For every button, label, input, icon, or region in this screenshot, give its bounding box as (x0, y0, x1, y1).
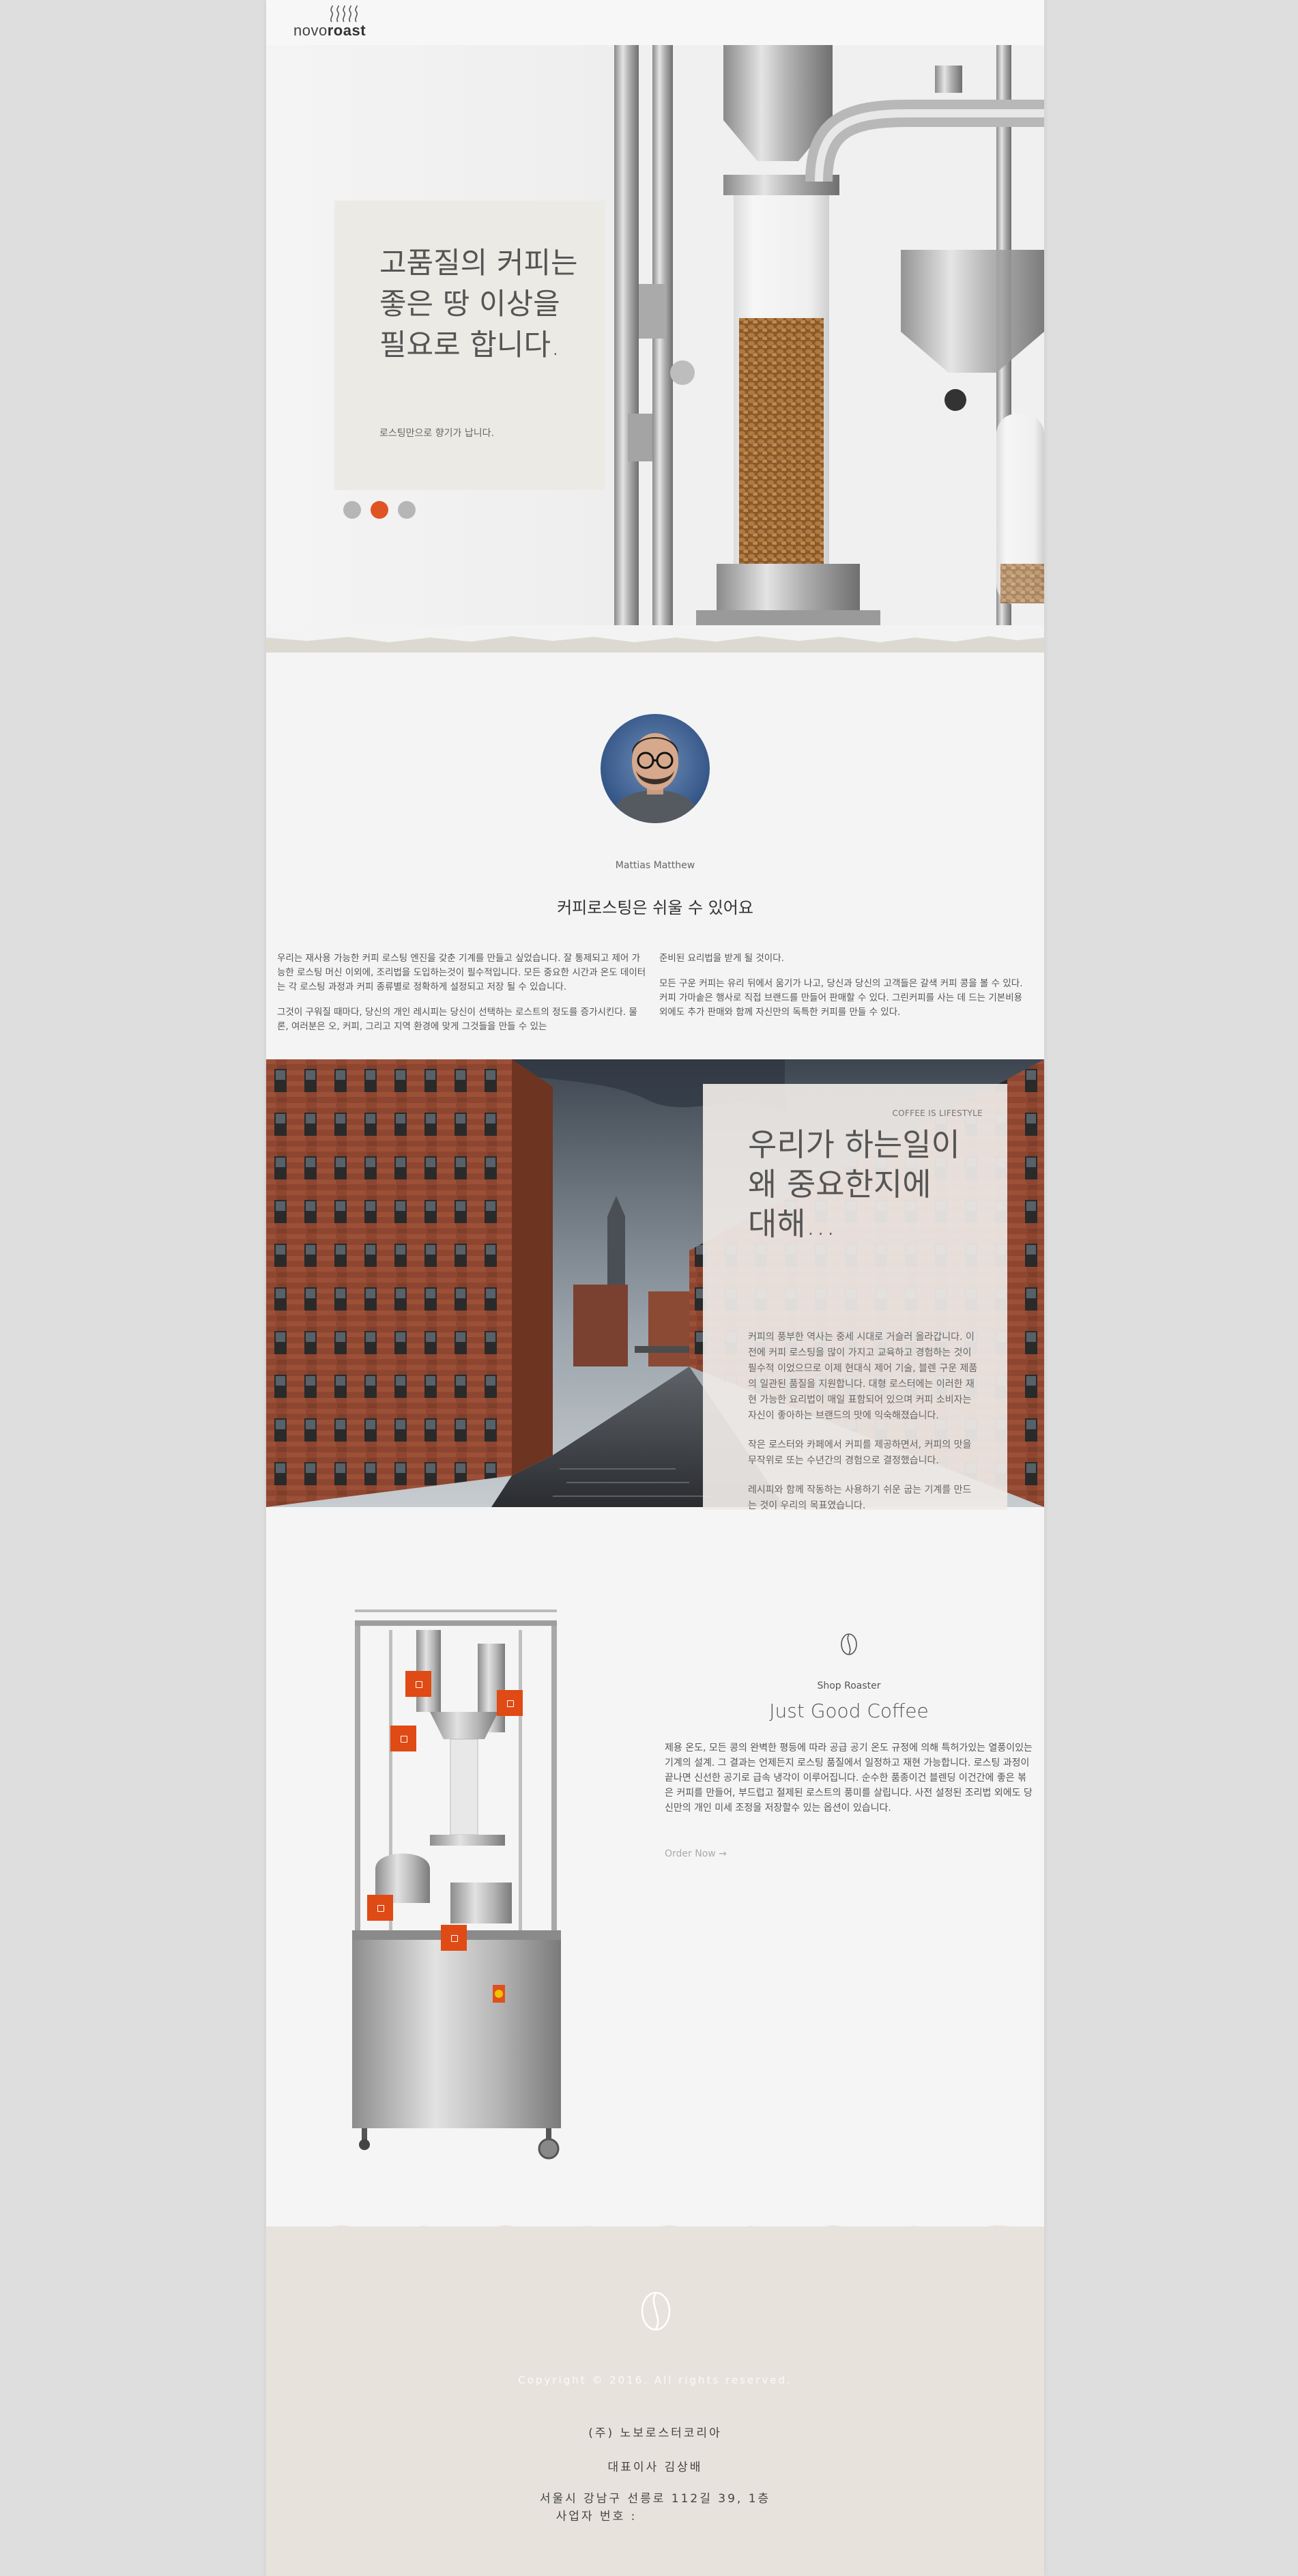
intro-text-left: 우리는 재사용 가능한 커피 로스팅 엔진을 갖춘 기계를 만들고 싶었습니다.… (277, 951, 648, 1045)
product-section: Shop Roaster Just Good Coffee 제용 온도, 모든 … (266, 1510, 1044, 2227)
company-address: 서울시 강남구 선릉로 112길 39, 1층 (539, 2492, 771, 2506)
hero-subtitle: 로스팅만으로 향기가 납니다. (379, 428, 494, 439)
lifestyle-card: COFFEE IS LIFESTYLE 우리가 하는일이 왜 중요한지에 대해.… (703, 1084, 1007, 1544)
intro-text-right: 준비된 요리법을 받게 될 것이다. 모든 구운 커피는 유리 뒤에서 움기가 … (659, 951, 1033, 1031)
hero-caption-card: 고품질의 커피는 좋은 땅 이상을 필요로 합니다. 로스팅만으로 향기가 납니… (334, 201, 605, 490)
product-description: 제용 온도, 모든 콩의 완벽한 평등에 따라 공급 공기 온도 규정에 의해 … (665, 1743, 1033, 1814)
lifestyle-kicker: COFFEE IS LIFESTYLE (892, 1108, 983, 1118)
business-number: 사업자 번호 : (556, 2510, 637, 2523)
hero-slider: 고품질의 커피는 좋은 땅 이상을 필요로 합니다. 로스팅만으로 향기가 납니… (266, 45, 1044, 625)
page: novoroast 고품질의 커피는 좋은 땅 이상을 필요로 합니다. 로스팅… (266, 0, 1044, 2576)
hotspot-cooler[interactable] (367, 1895, 393, 1921)
intro-title: 커피로스팅은 쉬울 수 있어요 (557, 898, 753, 917)
paragraph: 그것이 구워질 때마다, 당신의 개인 레시피는 당신이 선택하는 로스트의 정… (277, 1007, 637, 1032)
intro-section: Mattias Matthew 커피로스팅은 쉬울 수 있어요 우리는 재사용 … (266, 655, 1044, 1058)
coffee-roaster-image (614, 45, 1044, 625)
slider-dot-2[interactable] (371, 501, 388, 519)
logo-wordmark: novoroast (293, 22, 366, 39)
paragraph: 모든 구운 커피는 유리 뒤에서 움기가 나고, 당신과 당신의 고객들은 갈색… (659, 978, 1023, 1018)
site-header: novoroast (266, 0, 1044, 45)
site-logo[interactable]: novoroast (293, 5, 369, 40)
lifestyle-text: 커피의 풍부한 역사는 중세 시대로 거슬러 올라갑니다. 이전에 커피 로스팅… (748, 1330, 980, 1528)
coffee-bean-icon (841, 1633, 857, 1655)
author-name: Mattias Matthew (615, 860, 695, 871)
hotspot-hopper[interactable] (405, 1671, 431, 1697)
shop-roaster-image (352, 1609, 561, 2160)
slider-pagination (343, 501, 416, 519)
paragraph: 커피의 풍부한 역사는 중세 시대로 거슬러 올라갑니다. 이전에 커피 로스팅… (748, 1332, 978, 1421)
paragraph: 우리는 재사용 가능한 커피 로스팅 엔진을 갖춘 기계를 만들고 싶었습니다.… (277, 953, 646, 992)
paragraph: 준비된 요리법을 받게 될 것이다. (659, 953, 784, 964)
ceo-name: 대표이사 김상배 (607, 2461, 703, 2474)
hero-title: 고품질의 커피는 좋은 땅 이상을 필요로 합니다. (379, 246, 578, 362)
hotspot-drum[interactable] (390, 1726, 416, 1751)
slider-dot-1[interactable] (343, 501, 361, 519)
shop-roaster-figure (348, 1603, 580, 2162)
product-title: Just Good Coffee (769, 1700, 929, 1722)
order-now-link[interactable]: Order Now → (665, 1848, 727, 1859)
coffee-bean-icon (641, 2291, 671, 2331)
site-footer: Copyright © 2016. All rights reserved. (… (266, 2227, 1044, 2576)
product-kicker: Shop Roaster (817, 1680, 881, 1691)
steam-logo-icon (330, 5, 358, 23)
hotspot-control-panel[interactable] (441, 1925, 467, 1951)
hotspot-cyclone[interactable] (497, 1690, 523, 1716)
torn-paper-divider (266, 625, 1044, 653)
slider-dot-3[interactable] (398, 501, 416, 519)
author-avatar (601, 714, 710, 823)
copyright-text: Copyright © 2016. All rights reserved. (518, 2374, 792, 2386)
lifestyle-title: 우리가 하는일이 왜 중요한지에 대해... (748, 1126, 960, 1242)
company-name: (주) 노보로스터코리아 (588, 2427, 722, 2440)
paragraph: 작은 로스터와 카페에서 커피를 제공하면서, 커피의 맛을 무작위로 또는 수… (748, 1440, 972, 1466)
